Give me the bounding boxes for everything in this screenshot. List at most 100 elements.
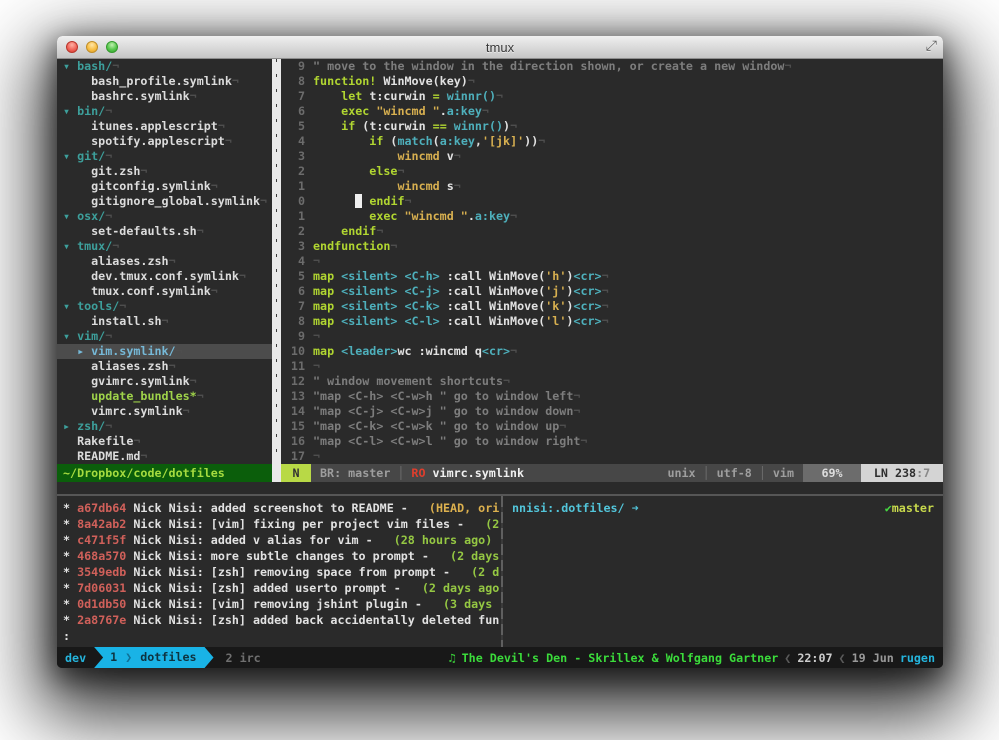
line-number: 16 xyxy=(281,434,305,449)
window-name: dotfiles xyxy=(140,647,196,668)
traffic-lights xyxy=(66,41,118,53)
code-line[interactable]: 11¬ xyxy=(281,359,943,374)
tree-item[interactable]: ▾ tmux/¬ xyxy=(57,239,272,254)
window-title: tmux xyxy=(486,40,514,55)
code-line[interactable]: 15"map <C-k> <C-w>k " go to window up¬ xyxy=(281,419,943,434)
window-index: 1 xyxy=(110,647,117,668)
tree-item[interactable]: gitconfig.symlink¬ xyxy=(57,179,272,194)
gitlog-line: : xyxy=(63,628,501,644)
code-line[interactable]: 1 wincmd s¬ xyxy=(281,179,943,194)
resize-icon[interactable]: ⤢ xyxy=(926,38,937,54)
line-number: 9 xyxy=(281,59,305,74)
statusline-split-segment xyxy=(272,464,281,482)
line-number: 2 xyxy=(281,164,305,179)
code-line[interactable]: 16"map <C-l> <C-w>l " go to window right… xyxy=(281,434,943,449)
code-line[interactable]: 12" window movement shortcuts¬ xyxy=(281,374,943,389)
code-line[interactable]: 7map <silent> <C-k> :call WinMove('k')<c… xyxy=(281,299,943,314)
tree-item[interactable]: ▸ zsh/¬ xyxy=(57,419,272,434)
code-line[interactable]: 14"map <C-j> <C-w>j " go to window down¬ xyxy=(281,404,943,419)
tree-item[interactable]: README.md¬ xyxy=(57,449,272,464)
tmux-window-active[interactable]: 1 ❯ dotfiles xyxy=(94,647,213,668)
tree-item[interactable]: ▾ git/¬ xyxy=(57,149,272,164)
tree-item[interactable]: gvimrc.symlink¬ xyxy=(57,374,272,389)
code-line[interactable]: 2 endif¬ xyxy=(281,224,943,239)
column-label: :7 xyxy=(916,466,930,480)
code-line[interactable]: 5map <silent> <C-h> :call WinMove('h')<c… xyxy=(281,269,943,284)
line-number: 8 xyxy=(281,74,305,89)
code-line[interactable]: 8function! WinMove(key)¬ xyxy=(281,74,943,89)
tree-item[interactable]: dev.tmux.conf.symlink¬ xyxy=(57,269,272,284)
shell-pane[interactable]: nnisi:.dotfiles/ ➜ ✔master xyxy=(503,496,943,647)
shell-git-branch: master xyxy=(892,501,934,515)
code-line[interactable]: 13"map <C-h> <C-w>h " go to window left¬ xyxy=(281,389,943,404)
fileformat-label: unix xyxy=(667,464,695,482)
cursor-position: LN 238:7 xyxy=(861,464,943,482)
tree-item[interactable]: bash_profile.symlink¬ xyxy=(57,74,272,89)
tree-item[interactable]: gitignore_global.symlink¬ xyxy=(57,194,272,209)
line-number: 12 xyxy=(281,374,305,389)
tree-item[interactable]: git.zsh¬ xyxy=(57,164,272,179)
chevron-right-icon: ❯ xyxy=(125,647,132,668)
tree-item[interactable]: set-defaults.sh¬ xyxy=(57,224,272,239)
hostname-label: rugen xyxy=(900,651,935,665)
gitlog-pane[interactable]: * a67db64 Nick Nisi: added screenshot to… xyxy=(57,496,501,647)
line-number: 7 xyxy=(281,89,305,104)
tree-item[interactable]: ▸ vim.symlink/¬ xyxy=(57,344,272,359)
chevron-left-icon: ❮ xyxy=(784,651,791,665)
tree-item[interactable]: spotify.applescript¬ xyxy=(57,134,272,149)
line-number: 4 xyxy=(281,134,305,149)
tree-item[interactable]: ▾ bin/¬ xyxy=(57,104,272,119)
line-number: 4 xyxy=(281,254,305,269)
code-line[interactable]: 8map <silent> <C-l> :call WinMove('l')<c… xyxy=(281,314,943,329)
tree-item[interactable]: update_bundles*¬ xyxy=(57,389,272,404)
code-line[interactable]: 6map <silent> <C-j> :call WinMove('j')<c… xyxy=(281,284,943,299)
editor-pane[interactable]: 9" move to the window in the direction s… xyxy=(281,59,943,464)
tree-item[interactable]: ▾ osx/¬ xyxy=(57,209,272,224)
tree-item[interactable]: ▾ vim/¬ xyxy=(57,329,272,344)
code-line[interactable]: 5 if (t:curwin == winnr())¬ xyxy=(281,119,943,134)
code-line[interactable]: 3endfunction¬ xyxy=(281,239,943,254)
tmux-statusbar: dev 1 ❯ dotfiles 2 irc ♫ The Devil's Den… xyxy=(57,647,943,668)
nerdtree-statusline: ~/Dropbox/code/dotfiles xyxy=(57,464,272,482)
code-line[interactable]: 2 else¬ xyxy=(281,164,943,179)
line-number: 1 xyxy=(281,209,305,224)
statusline-info: BR: master │ RO vimrc.symlink unix │ utf… xyxy=(311,464,803,482)
minimize-button[interactable] xyxy=(86,41,98,53)
line-number: 8 xyxy=(281,314,305,329)
code-line[interactable]: 4¬ xyxy=(281,254,943,269)
tree-item[interactable]: ▾ tools/¬ xyxy=(57,299,272,314)
code-line[interactable]: 10map <leader>wc :wincmd q<cr>¬ xyxy=(281,344,943,359)
code-line[interactable]: 1 exec "wincmd ".a:key¬ xyxy=(281,209,943,224)
tree-item[interactable]: tmux.conf.symlink¬ xyxy=(57,284,272,299)
now-playing-label: The Devil's Den - Skrillex & Wolfgang Ga… xyxy=(462,651,779,665)
clock-label: 22:07 xyxy=(797,651,832,665)
separator: │ xyxy=(703,464,710,482)
code-line[interactable]: 0 endif¬ xyxy=(281,194,943,209)
code-line[interactable]: 9" move to the window in the direction s… xyxy=(281,59,943,74)
tree-item[interactable]: aliases.zsh¬ xyxy=(57,254,272,269)
code-line[interactable]: 17¬ xyxy=(281,449,943,464)
titlebar: tmux ⤢ xyxy=(57,36,943,59)
zoom-button[interactable] xyxy=(106,41,118,53)
readonly-flag: RO xyxy=(411,464,425,482)
tree-item[interactable]: itunes.applescript¬ xyxy=(57,119,272,134)
line-number: 6 xyxy=(281,284,305,299)
line-number: 2 xyxy=(281,224,305,239)
vertical-split-handle[interactable] xyxy=(272,59,281,464)
code-line[interactable]: 6 exec "wincmd ".a:key¬ xyxy=(281,104,943,119)
tree-item[interactable]: vimrc.symlink¬ xyxy=(57,404,272,419)
tree-item[interactable]: Rakefile¬ xyxy=(57,434,272,449)
tmux-window-inactive[interactable]: 2 irc xyxy=(226,651,261,665)
gitlog-line: * 468a570 Nick Nisi: more subtle changes… xyxy=(63,548,501,564)
code-line[interactable]: 4 if (match(a:key,'[jk]'))¬ xyxy=(281,134,943,149)
tree-item[interactable]: install.sh¬ xyxy=(57,314,272,329)
close-button[interactable] xyxy=(66,41,78,53)
code-line[interactable]: 9¬ xyxy=(281,329,943,344)
code-line[interactable]: 7 let t:curwin = winnr()¬ xyxy=(281,89,943,104)
terminal-content: ▾ bash/¬ bash_profile.symlink¬ bashrc.sy… xyxy=(57,59,943,668)
code-line[interactable]: 3 wincmd v¬ xyxy=(281,149,943,164)
tree-item[interactable]: aliases.zsh¬ xyxy=(57,359,272,374)
tree-item[interactable]: ▾ bash/¬ xyxy=(57,59,272,74)
shell-prompt[interactable]: nnisi:.dotfiles/ ➜ xyxy=(512,500,639,516)
tree-item[interactable]: bashrc.symlink¬ xyxy=(57,89,272,104)
